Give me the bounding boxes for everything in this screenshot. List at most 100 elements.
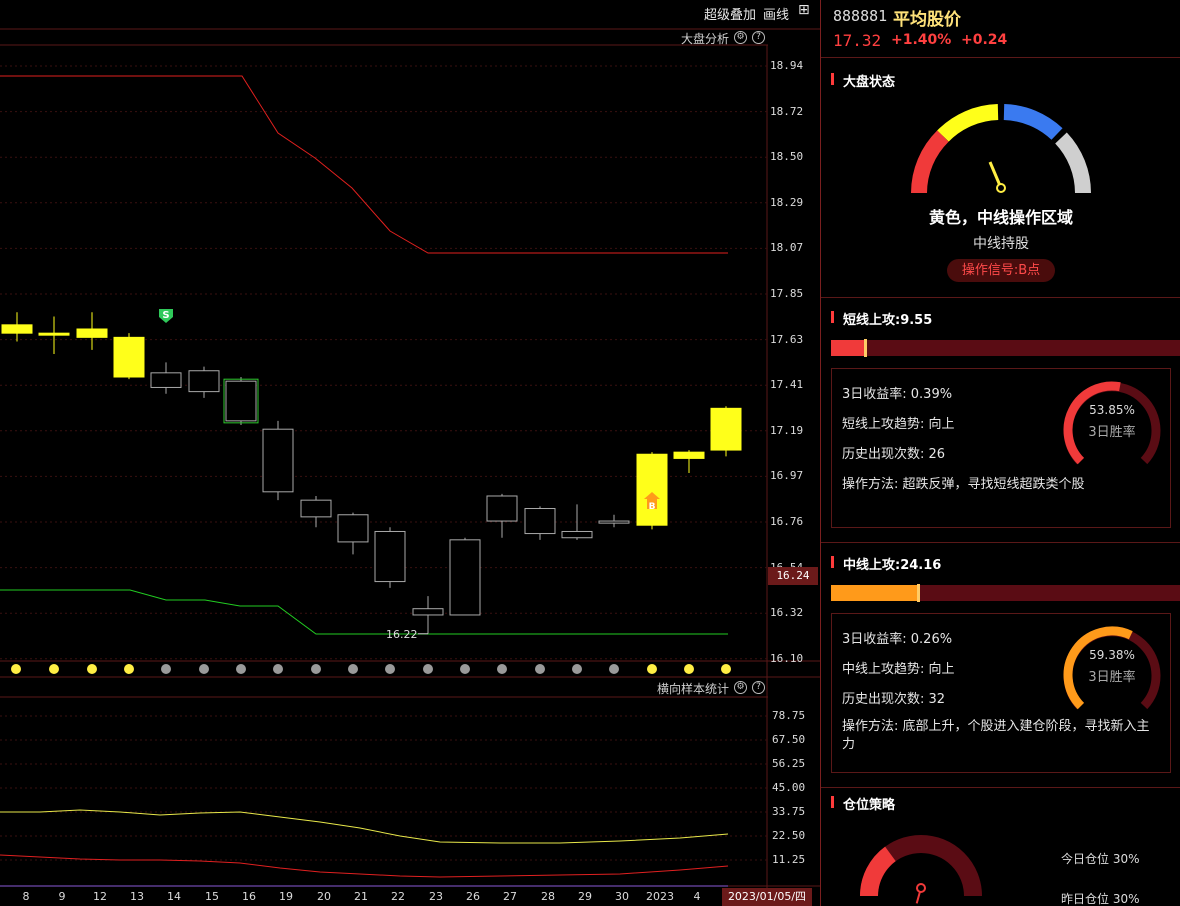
oscillator-red-line	[0, 854, 729, 878]
signal-dot	[497, 664, 507, 674]
candle[interactable]	[38, 316, 70, 355]
candle[interactable]	[710, 406, 742, 457]
signal-dot	[385, 664, 395, 674]
today-position-text: 今日仓位 30%	[1061, 852, 1140, 866]
candle-body	[113, 336, 145, 378]
gauge-segment-gray	[1055, 132, 1091, 194]
date-tick-label: 16	[242, 890, 256, 903]
market-gauge	[911, 104, 1091, 194]
date-tick-label: 19	[279, 890, 293, 903]
candle-body	[225, 380, 257, 422]
candle[interactable]	[449, 537, 481, 616]
oscillator-tick-label: 67.50	[772, 733, 806, 746]
oscillator-tick-label: 22.50	[772, 829, 806, 842]
candle[interactable]	[412, 596, 444, 634]
candle[interactable]	[223, 377, 259, 426]
price-tick-label: 16.32	[770, 606, 804, 620]
date-tick-label: 14	[167, 890, 181, 903]
price-tick-label: 17.19	[770, 423, 804, 437]
buy-signal-label: B	[649, 502, 656, 512]
signal-dot	[124, 664, 134, 674]
sell-signal-icon[interactable]: S	[159, 309, 173, 323]
market-state-title: 大盘状态	[831, 71, 895, 90]
candle[interactable]	[1, 312, 33, 342]
price-tick-label: 18.29	[770, 195, 804, 209]
oscillator-tick-label: 33.75	[772, 805, 806, 818]
candle-body	[412, 608, 444, 616]
mid-attack-bar	[831, 584, 1180, 602]
date-tick-label: 28	[541, 890, 555, 903]
candle[interactable]	[673, 450, 705, 474]
date-tick-label: 26	[466, 890, 480, 903]
signal-dot	[348, 664, 358, 674]
price-tick-label: 18.50	[770, 150, 804, 164]
signal-dot	[572, 664, 582, 674]
short-trend-text: 短线上攻趋势: 向上	[842, 417, 955, 432]
signal-dot	[609, 664, 619, 674]
stock-change-pct: +1.40%	[891, 32, 952, 48]
candle[interactable]	[337, 512, 369, 555]
signal-dot	[236, 664, 246, 674]
date-tick-label: 27	[503, 890, 517, 903]
divider	[821, 542, 1180, 543]
price-tick-label: 17.41	[770, 378, 804, 392]
candle-body	[76, 328, 108, 338]
date-tick-label: 21	[354, 890, 368, 903]
candle-body	[486, 495, 518, 522]
signal-dot	[460, 664, 470, 674]
candle[interactable]	[113, 333, 145, 380]
candle-body	[337, 514, 369, 543]
gauge-segment-blue	[1003, 104, 1063, 141]
candle-body	[673, 451, 705, 459]
candle[interactable]	[486, 493, 518, 538]
gauge-pivot	[996, 183, 1006, 193]
market-advice-text: 中线持股	[973, 236, 1029, 252]
date-tick-label: 20	[317, 890, 331, 903]
candle[interactable]	[262, 420, 294, 501]
signal-dot	[87, 664, 97, 674]
candle[interactable]	[524, 506, 556, 540]
date-tick-label: 8	[22, 890, 30, 903]
candle-body	[524, 508, 556, 535]
candle[interactable]	[300, 495, 332, 528]
lower-band-line	[0, 589, 728, 635]
date-tick-label: 2023	[646, 890, 674, 903]
candle[interactable]	[76, 312, 108, 350]
signal-dot	[161, 664, 171, 674]
candle-body	[38, 332, 70, 336]
date-tick-label: 9	[58, 890, 66, 903]
upper-band-line	[0, 75, 728, 254]
candle[interactable]	[598, 514, 630, 528]
chart-pane[interactable]: 超级叠加 画线 ⊞ 大盘分析 ⚙ ? S B 16.22 18.94 18.72…	[0, 0, 820, 906]
date-tick-label: 29	[578, 890, 592, 903]
help-icon[interactable]: ?	[752, 681, 765, 694]
date-tick-label: 23	[429, 890, 443, 903]
stock-price: 17.32	[833, 31, 882, 50]
divider	[821, 297, 1180, 298]
mid-yield-text: 3日收益率: 0.26%	[842, 632, 953, 647]
short-attack-bar-fill	[831, 340, 866, 356]
price-tick-label: 16.97	[770, 469, 804, 483]
price-tick-label: 16.10	[770, 651, 804, 665]
price-tick-label: 18.94	[770, 59, 804, 72]
candle[interactable]	[188, 366, 220, 398]
date-tick-label: 13	[130, 890, 144, 903]
date-tick-label: 30	[615, 890, 629, 903]
candle[interactable]	[374, 527, 406, 588]
position-title: 仓位策略	[831, 794, 895, 813]
divider	[821, 787, 1180, 788]
signal-dot	[11, 664, 21, 674]
candle-body	[150, 372, 182, 388]
stock-code: 888881	[833, 7, 888, 25]
oscillator-tick-label: 45.00	[772, 781, 806, 794]
main-chart[interactable]: S B 16.22	[0, 0, 820, 906]
settings-icon[interactable]: ⚙	[734, 681, 747, 694]
date-tick-label: 12	[93, 890, 107, 903]
candle[interactable]	[150, 362, 182, 394]
gauge-segment-red	[911, 130, 949, 194]
candle[interactable]	[636, 452, 668, 530]
candle-body	[374, 530, 406, 583]
candle-body	[636, 453, 668, 526]
mid-trend-text: 中线上攻趋势: 向上	[842, 662, 955, 677]
oscillator-tick-label: 78.75	[772, 709, 806, 722]
